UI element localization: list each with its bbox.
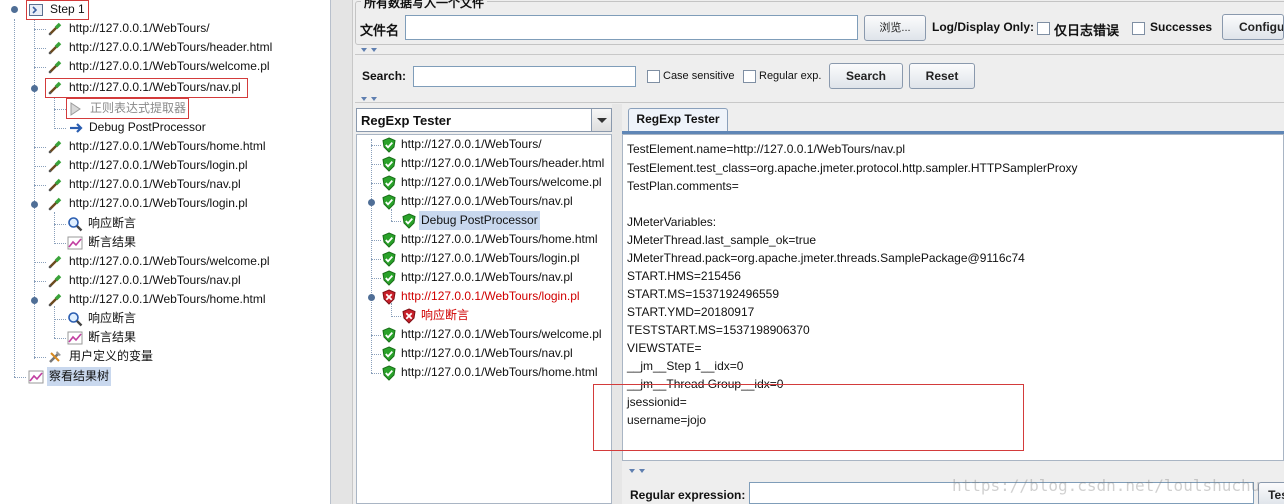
test-button[interactable]: Tes bbox=[1258, 482, 1284, 504]
success-shield-icon bbox=[382, 346, 396, 362]
browse-button[interactable]: 浏览... bbox=[864, 15, 926, 41]
configure-button[interactable]: Configure bbox=[1222, 14, 1284, 40]
failure-shield-icon bbox=[382, 289, 396, 305]
magnifier-icon bbox=[68, 217, 83, 232]
success-shield-icon bbox=[382, 251, 396, 267]
sampler-pipette-icon bbox=[48, 293, 62, 307]
sampler-pipette-icon bbox=[48, 159, 62, 173]
search-button[interactable]: Search bbox=[829, 63, 903, 89]
success-shield-icon bbox=[382, 137, 396, 153]
dropdown-button[interactable] bbox=[591, 109, 611, 131]
graph-icon bbox=[67, 236, 83, 250]
sampler-pipette-icon bbox=[48, 255, 62, 269]
filename-label: 文件名 bbox=[360, 23, 400, 38]
success-shield-icon bbox=[382, 156, 396, 172]
success-shield-icon bbox=[382, 327, 396, 343]
sampler-pipette-icon bbox=[48, 60, 62, 74]
sampler-pipette-icon bbox=[48, 140, 62, 154]
successes-checkbox[interactable] bbox=[1132, 22, 1145, 35]
renderer-select[interactable]: RegExp Tester bbox=[356, 108, 612, 132]
success-shield-icon bbox=[382, 175, 396, 191]
filename-input[interactable] bbox=[405, 15, 858, 40]
highlight-box bbox=[26, 0, 89, 20]
highlight-box bbox=[66, 98, 189, 119]
regular-exp-checkbox[interactable] bbox=[743, 70, 756, 83]
wrench-icon bbox=[49, 351, 61, 363]
highlight-box bbox=[593, 384, 1024, 451]
graph-icon bbox=[67, 331, 83, 345]
errors-only-checkbox[interactable] bbox=[1037, 22, 1050, 35]
section-divider bbox=[355, 54, 1284, 55]
errors-only-label: 仅日志错误 bbox=[1054, 23, 1120, 38]
magnifier-icon bbox=[68, 312, 83, 327]
log-display-label: Log/Display Only: bbox=[932, 20, 1035, 34]
section-divider bbox=[355, 102, 1284, 103]
tab-regexp-tester[interactable]: RegExp Tester bbox=[628, 108, 728, 131]
regular-exp-label: Regular exp. bbox=[759, 70, 822, 82]
watermark: https://blog.csdn.net/loulshuchu bbox=[952, 476, 1261, 495]
sampler-pipette-icon bbox=[48, 178, 62, 192]
success-shield-icon bbox=[382, 232, 396, 248]
sample-result-tree[interactable]: http://127.0.0.1/WebTours/ http://127.0.… bbox=[356, 134, 612, 504]
highlight-box bbox=[45, 78, 248, 98]
search-input[interactable] bbox=[413, 66, 636, 87]
case-sensitive-label: Case sensitive bbox=[663, 70, 735, 82]
file-fieldset-title: 所有数据写入一个文件 bbox=[361, 0, 488, 11]
successes-label: Successes bbox=[1150, 20, 1213, 34]
pane-splitter[interactable] bbox=[331, 0, 353, 504]
regex-label: Regular expression: bbox=[630, 488, 746, 502]
failure-shield-icon bbox=[402, 308, 416, 324]
postprocessor-arrow-icon bbox=[70, 123, 83, 133]
success-shield-icon bbox=[402, 213, 416, 229]
test-plan-tree[interactable]: Step 1 http://127.0.0.1/WebTours/ http:/… bbox=[0, 0, 331, 504]
sampler-pipette-icon bbox=[48, 197, 62, 211]
sampler-pipette-icon bbox=[48, 274, 62, 288]
sampler-pipette-icon bbox=[48, 41, 62, 55]
collapse-arrows-icon[interactable] bbox=[360, 47, 380, 53]
success-shield-icon bbox=[382, 194, 396, 210]
success-shield-icon bbox=[382, 270, 396, 286]
case-sensitive-checkbox[interactable] bbox=[647, 70, 660, 83]
collapse-arrows-icon[interactable] bbox=[628, 468, 648, 474]
reset-button[interactable]: Reset bbox=[909, 63, 975, 89]
search-label: Search: bbox=[362, 69, 407, 83]
success-shield-icon bbox=[382, 365, 396, 381]
chevron-down-icon bbox=[597, 118, 607, 123]
sampler-pipette-icon bbox=[48, 22, 62, 36]
renderer-select-value: RegExp Tester bbox=[361, 113, 452, 128]
graph-icon bbox=[28, 370, 44, 384]
